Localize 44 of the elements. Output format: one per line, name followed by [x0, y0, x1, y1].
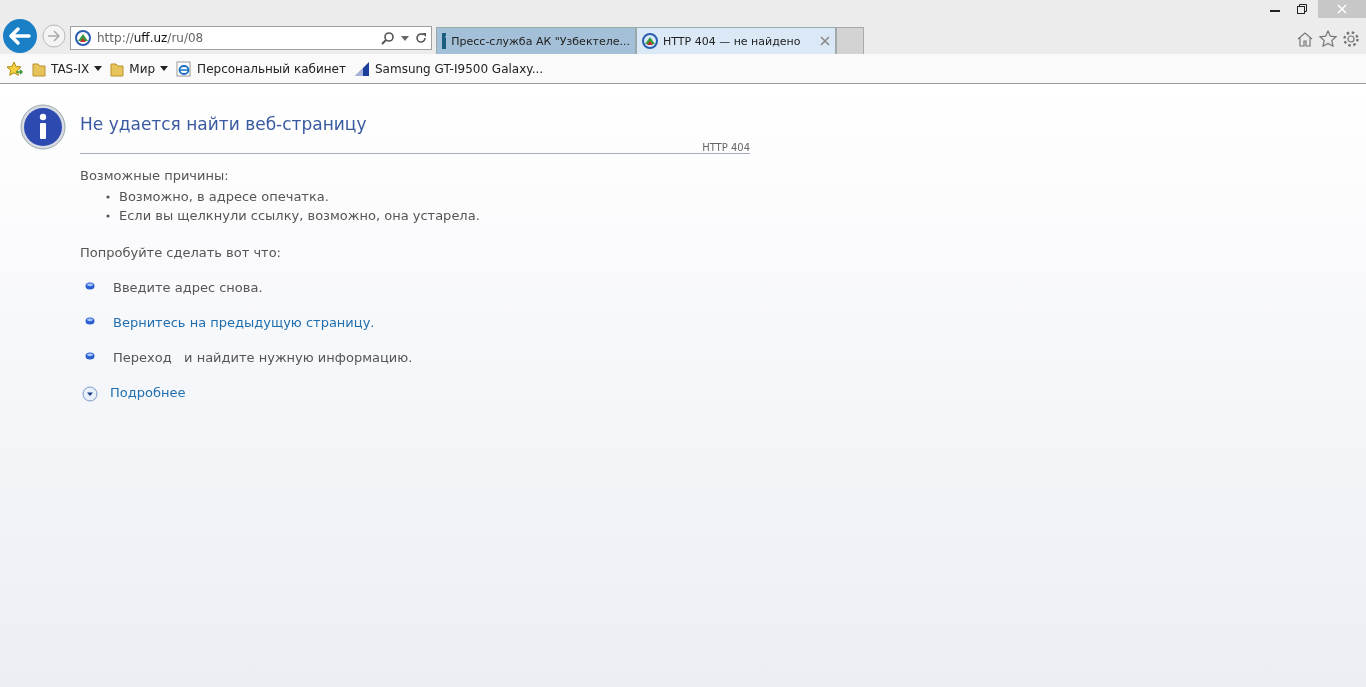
- refresh-icon[interactable]: [415, 32, 427, 44]
- caret-icon[interactable]: [401, 35, 409, 41]
- site-logo-icon: [75, 30, 91, 46]
- favorites-item[interactable]: TAS-IX: [32, 60, 103, 77]
- site-page-icon: [353, 60, 370, 77]
- suggestion-text: Переход и найдите нужную информацию.: [113, 350, 413, 365]
- browser-tab[interactable]: HTTP 404 — не найдено: [636, 27, 836, 54]
- address-bar[interactable]: http://uff.uz/ru/08: [70, 26, 432, 50]
- star-icon[interactable]: [1319, 30, 1337, 48]
- caret-icon: [94, 66, 103, 71]
- browser-tab[interactable]: Пресс-служба АК "Узбектеле...: [436, 27, 636, 54]
- close-icon: [1336, 3, 1348, 15]
- suggestion-text: Введите адрес снова.: [113, 280, 263, 295]
- folder-icon: [110, 60, 125, 77]
- info-icon: [20, 104, 66, 150]
- url-text: http://uff.uz/ru/08: [97, 31, 205, 45]
- settings-icon[interactable]: [1342, 30, 1360, 48]
- forward-button[interactable]: [42, 24, 66, 48]
- bullet-icon: [85, 282, 95, 290]
- bullet-icon: [106, 214, 110, 218]
- search-icon[interactable]: [381, 31, 395, 45]
- home-icon[interactable]: [1296, 30, 1314, 48]
- caret-icon: [160, 66, 169, 71]
- bullet-icon: [106, 195, 110, 199]
- favorites-item[interactable]: Мир: [110, 60, 169, 77]
- favorites-star-icon[interactable]: [6, 60, 24, 77]
- bullet-icon: [85, 352, 95, 360]
- section-heading: Возможные причины:: [80, 168, 230, 183]
- back-button[interactable]: [2, 18, 38, 54]
- close-tab-icon[interactable]: [820, 36, 830, 46]
- favorites-item[interactable]: Персональный кабинет: [176, 60, 346, 77]
- bullet-icon: [85, 317, 95, 325]
- favorites-item[interactable]: Samsung GT-I9500 Galaxy...: [353, 60, 544, 77]
- cause-text: Если вы щелкнули ссылку, возможно, она устарела.: [119, 207, 480, 225]
- previous-page-link[interactable]: Вернитесь на предыдущую страницу.: [113, 315, 375, 330]
- cause-text: Возможно, в адресе опечатка.: [119, 188, 329, 206]
- folder-icon: [32, 60, 46, 77]
- restore-icon[interactable]: [1295, 3, 1308, 15]
- browser-page-icon: [176, 60, 193, 77]
- expand-icon[interactable]: [82, 386, 98, 402]
- more-info-link[interactable]: Подробнее: [110, 385, 186, 400]
- page-heading: Не удается найти веб-страницу: [80, 114, 368, 134]
- error-code: HTTP 404: [702, 142, 750, 153]
- section-heading: Попробуйте сделать вот что:: [80, 245, 282, 260]
